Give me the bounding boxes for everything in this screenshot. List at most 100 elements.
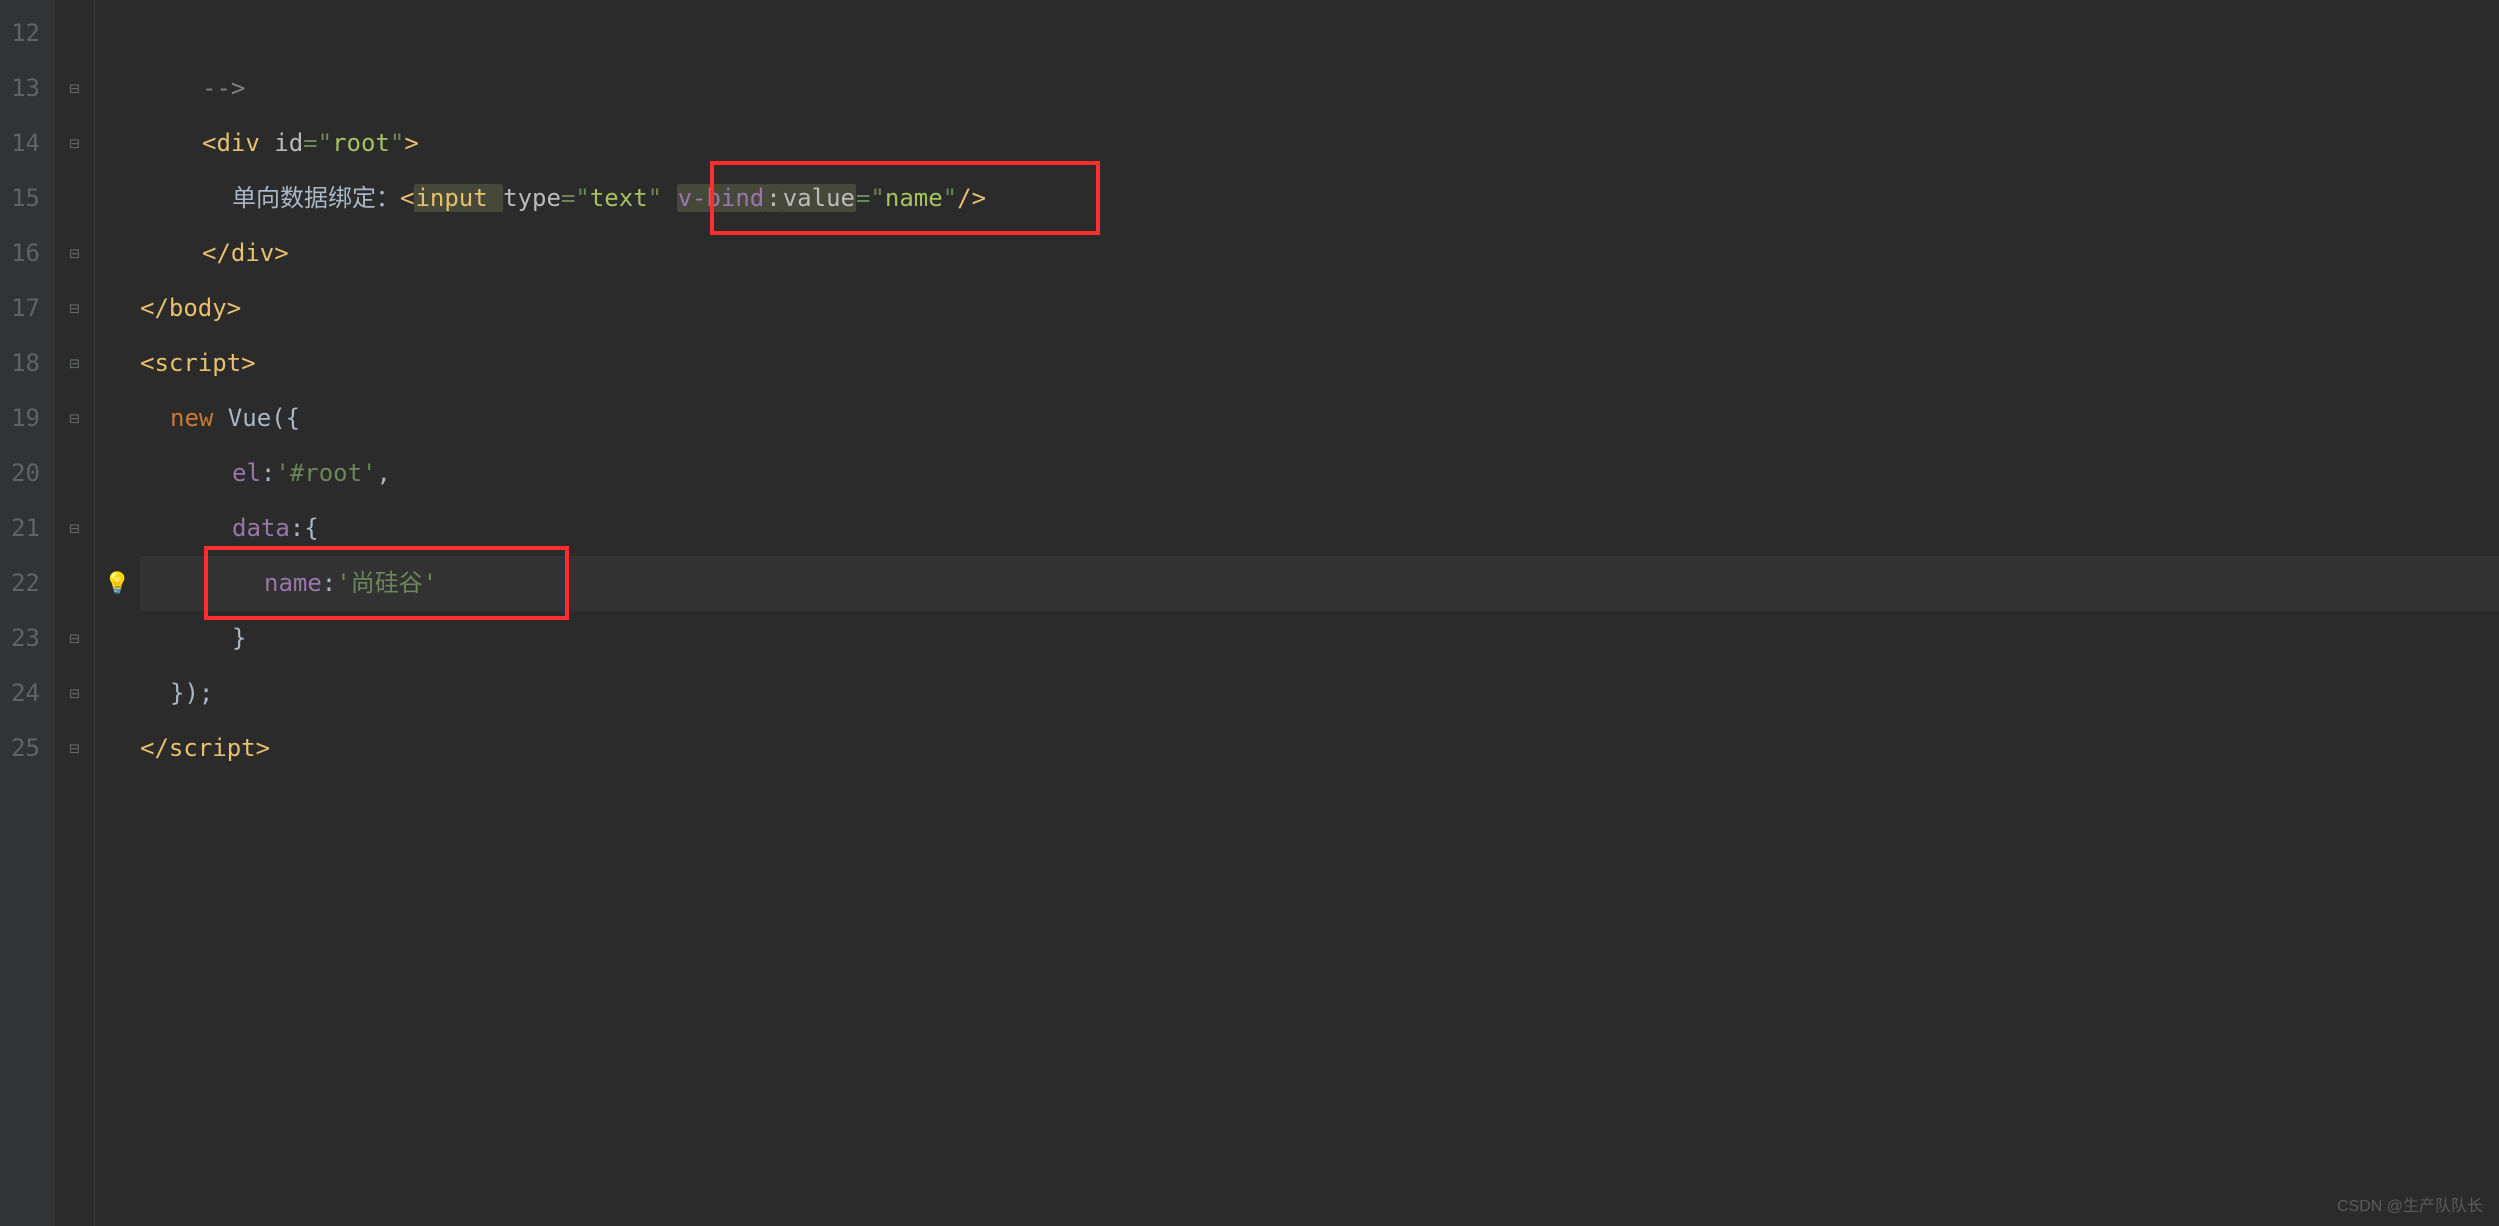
code-line[interactable]: --> bbox=[140, 61, 2499, 116]
colon: : bbox=[261, 459, 275, 487]
line-number: 18 bbox=[0, 336, 55, 391]
fold-marker[interactable]: ⊟ bbox=[55, 501, 94, 556]
tag-div-close: div bbox=[231, 239, 274, 267]
fold-marker[interactable]: ⊟ bbox=[55, 226, 94, 281]
line-number: 25 bbox=[0, 721, 55, 776]
line-number-gutter[interactable]: 1213141516171819202122232425 bbox=[0, 0, 55, 1226]
colon: : bbox=[765, 184, 781, 212]
prop-el: el bbox=[232, 459, 261, 487]
line-number: 15 bbox=[0, 171, 55, 226]
bracket-open: </ bbox=[140, 734, 169, 762]
hint-cell bbox=[95, 666, 140, 721]
attr-value-name: name bbox=[885, 184, 943, 212]
hint-cell bbox=[95, 391, 140, 446]
line-number: 14 bbox=[0, 116, 55, 171]
watermark: CSDN @生产队队长 bbox=[2337, 1192, 2483, 1216]
code-editor[interactable]: 1213141516171819202122232425 ⊟⊟⊟⊟⊟⊟⊟⊟⊟⊟ … bbox=[0, 0, 2499, 1226]
brace-close: } bbox=[232, 624, 246, 652]
hint-cell bbox=[95, 336, 140, 391]
code-line[interactable] bbox=[140, 6, 2499, 61]
quote-open: " bbox=[318, 129, 332, 157]
fold-marker[interactable]: ⊟ bbox=[55, 391, 94, 446]
fold-marker bbox=[55, 171, 94, 226]
line-number: 21 bbox=[0, 501, 55, 556]
hint-cell bbox=[95, 721, 140, 776]
colon: : bbox=[322, 569, 336, 597]
code-line[interactable]: <script> bbox=[140, 336, 2499, 391]
fold-gutter[interactable]: ⊟⊟⊟⊟⊟⊟⊟⊟⊟⊟ bbox=[55, 0, 95, 1226]
prop-name: name bbox=[264, 569, 322, 597]
bracket-open: </ bbox=[140, 294, 169, 322]
keyword-new: new bbox=[170, 404, 228, 432]
fold-marker[interactable]: ⊟ bbox=[55, 721, 94, 776]
tag-selfclose: /> bbox=[957, 184, 986, 212]
equals: = bbox=[303, 129, 317, 157]
space bbox=[662, 184, 676, 212]
prop-data: data bbox=[232, 514, 290, 542]
hint-cell bbox=[95, 171, 140, 226]
code-line[interactable]: </div> bbox=[140, 226, 2499, 281]
code-line[interactable]: } bbox=[140, 611, 2499, 666]
close-paren: }); bbox=[170, 679, 213, 707]
fold-marker bbox=[55, 6, 94, 61]
code-area[interactable]: --> <div id="root"> 单向数据绑定：<input type="… bbox=[140, 0, 2499, 1226]
code-line[interactable]: data:{ bbox=[140, 501, 2499, 556]
tag-input: input bbox=[414, 184, 503, 212]
hint-cell bbox=[95, 501, 140, 556]
brace-open: { bbox=[304, 514, 318, 542]
hint-cell bbox=[95, 281, 140, 336]
tag-script: script bbox=[154, 349, 241, 377]
attr-value-root: root bbox=[332, 129, 390, 157]
fold-marker[interactable]: ⊟ bbox=[55, 61, 94, 116]
line-number: 12 bbox=[0, 6, 55, 61]
bracket-close: > bbox=[274, 239, 288, 267]
fold-marker bbox=[55, 446, 94, 501]
code-line[interactable]: </body> bbox=[140, 281, 2499, 336]
bracket-close: > bbox=[404, 129, 418, 157]
line-number: 17 bbox=[0, 281, 55, 336]
quote-close: " bbox=[390, 129, 404, 157]
line-number: 22 bbox=[0, 556, 55, 611]
bracket-close: > bbox=[241, 349, 255, 377]
line-number: 13 bbox=[0, 61, 55, 116]
quote-close: " bbox=[943, 184, 957, 212]
hint-cell bbox=[95, 6, 140, 61]
lightbulb-icon[interactable]: 💡 bbox=[104, 571, 130, 596]
fold-marker[interactable]: ⊟ bbox=[55, 336, 94, 391]
code-line[interactable]: <div id="root"> bbox=[140, 116, 2499, 171]
tag-div: div bbox=[216, 129, 274, 157]
line-number: 24 bbox=[0, 666, 55, 721]
bracket-open: < bbox=[202, 129, 216, 157]
code-line[interactable]: new Vue({ bbox=[140, 391, 2499, 446]
fold-marker[interactable]: ⊟ bbox=[55, 666, 94, 721]
string-value: '尚硅谷' bbox=[336, 569, 437, 597]
quote-open: " bbox=[870, 184, 884, 212]
code-line[interactable]: </script> bbox=[140, 721, 2499, 776]
string-root: '#root' bbox=[275, 459, 376, 487]
bracket-close: > bbox=[256, 734, 270, 762]
hint-cell bbox=[95, 226, 140, 281]
fold-marker[interactable]: ⊟ bbox=[55, 611, 94, 666]
line-number: 20 bbox=[0, 446, 55, 501]
tag-body-close: body bbox=[169, 294, 227, 322]
bracket-open: </ bbox=[202, 239, 231, 267]
bracket-open: < bbox=[400, 184, 414, 212]
attr-value-text: text bbox=[590, 184, 648, 212]
tag-script-close: script bbox=[169, 734, 256, 762]
hint-cell[interactable]: 💡 bbox=[95, 556, 140, 611]
attr-id: id bbox=[274, 129, 303, 157]
code-line-active[interactable]: name:'尚硅谷' bbox=[140, 556, 2499, 611]
equals: = bbox=[856, 184, 870, 212]
hint-gutter[interactable]: 💡 bbox=[95, 0, 140, 1226]
identifier-vue: Vue bbox=[228, 404, 271, 432]
code-line[interactable]: }); bbox=[140, 666, 2499, 721]
code-line[interactable]: 单向数据绑定：<input type="text" v-bind:value="… bbox=[140, 171, 2499, 226]
fold-marker bbox=[55, 556, 94, 611]
hint-cell bbox=[95, 61, 140, 116]
fold-marker[interactable]: ⊟ bbox=[55, 281, 94, 336]
comment-close: --> bbox=[202, 74, 245, 102]
hint-cell bbox=[95, 446, 140, 501]
code-line[interactable]: el:'#root', bbox=[140, 446, 2499, 501]
attr-value-bind: value bbox=[782, 184, 856, 212]
fold-marker[interactable]: ⊟ bbox=[55, 116, 94, 171]
